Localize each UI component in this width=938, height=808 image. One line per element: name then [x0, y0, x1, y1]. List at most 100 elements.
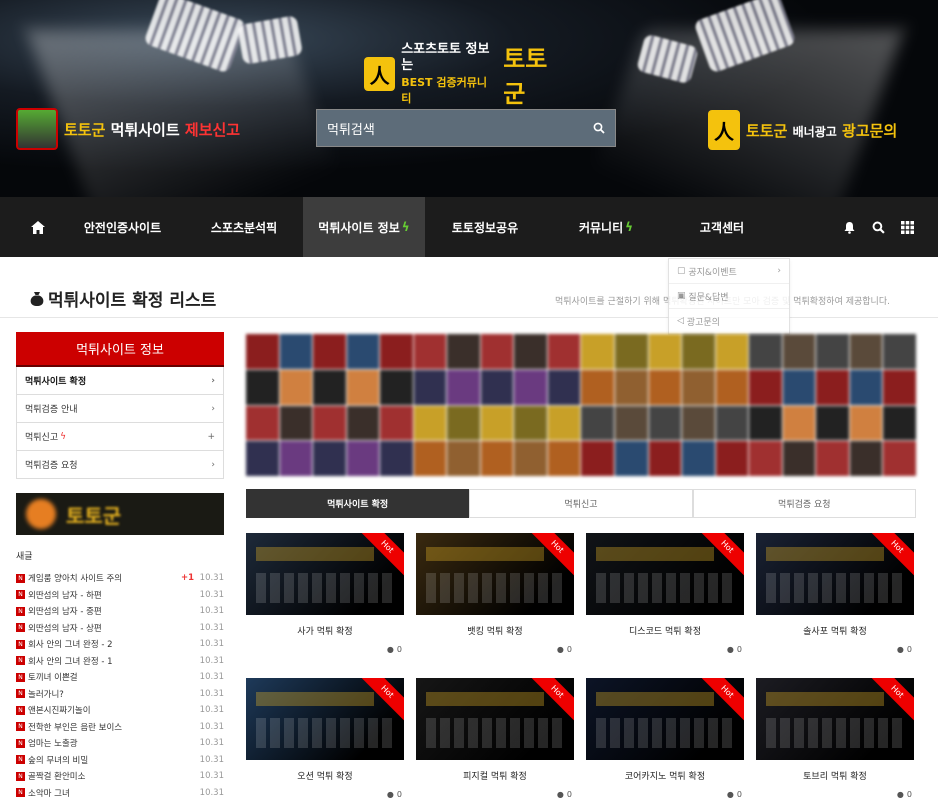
blurred-tile [447, 441, 480, 476]
dropdown-item-qna[interactable]: ▣ 질문&답변 [669, 284, 789, 309]
nav-item-toto-share[interactable]: 토토정보공유 [425, 197, 545, 257]
latest-date: 10.31 [199, 705, 224, 716]
report-prefix: 토토군 [64, 120, 106, 139]
advert-suffix: 광고문의 [842, 121, 898, 140]
banner-text: 토토군 [66, 503, 122, 528]
nav-item-safe-sites[interactable]: 안전인증사이트 [60, 197, 185, 257]
tab-report[interactable]: 먹튀신고 [469, 489, 693, 518]
post-card[interactable]: Hot 코어카지노 먹튀 확정 ● 0 [586, 678, 744, 799]
card-thumbnail[interactable]: Hot [416, 533, 574, 615]
post-card[interactable]: Hot 디스코드 먹튀 확정 ● 0 [586, 533, 744, 654]
latest-item[interactable]: N 골짝걸 환안미소 10.31 [16, 768, 224, 785]
grid-menu-icon[interactable] [901, 220, 914, 234]
sidebar-item-report[interactable]: 먹튀신고 ϟ + [16, 423, 224, 451]
blurred-tile [849, 441, 883, 476]
site-logo[interactable]: 人 스포츠토토 정보는 BEST 검증커뮤니티 토토군 [364, 42, 564, 108]
latest-item[interactable]: N 숲의 무녀의 비밀 10.31 [16, 752, 224, 769]
card-title[interactable]: 사가 먹튀 확정 [246, 624, 404, 637]
search-input[interactable]: 먹튀검색 [327, 119, 593, 138]
new-badge-icon: N [16, 755, 25, 765]
post-card[interactable]: Hot 뱃킹 먹튀 확정 ● 0 [416, 533, 574, 654]
blurred-tile [615, 369, 648, 405]
dropdown-item-ad[interactable]: ◁ 광고문의 [669, 309, 789, 334]
latest-item[interactable]: N 앤본시진짜기놀이 10.31 [16, 702, 224, 719]
latest-item[interactable]: N 소악마 그녀 10.31 [16, 785, 224, 802]
report-banner[interactable]: 토토군 먹튀사이트 제보신고 [16, 108, 240, 150]
card-thumbnail[interactable]: Hot [586, 533, 744, 615]
board-tabs: 먹튀사이트 확정 먹튀신고 먹튀검증 요청 [246, 489, 916, 518]
blurred-tile [715, 405, 749, 441]
latest-item[interactable]: N 놀러가니? 10.31 [16, 686, 224, 703]
card-title[interactable]: 피지컬 먹튀 확정 [416, 769, 574, 782]
tab-confirmed[interactable]: 먹튀사이트 확정 [246, 489, 470, 518]
card-thumbnail[interactable]: Hot [246, 678, 404, 760]
blurred-tile [849, 334, 883, 369]
latest-item[interactable]: N 전학한 부인은 음란 보이스 10.31 [16, 719, 224, 736]
blurred-tile [615, 405, 648, 441]
card-thumbnail[interactable]: Hot [586, 678, 744, 760]
card-title[interactable]: 뱃킹 먹튀 확정 [416, 624, 574, 637]
latest-title: 토끼녀 이쁜걸 [28, 673, 78, 684]
comment-icon: ● [726, 645, 734, 654]
nav-item-community[interactable]: 커뮤니티 ϟ [545, 197, 667, 257]
card-title[interactable]: 코어카지노 먹튀 확정 [586, 769, 744, 782]
card-thumbnail[interactable]: Hot [756, 533, 914, 615]
latest-date: 10.31 [199, 672, 224, 683]
blurred-tile [279, 334, 313, 369]
bolt-icon: ϟ [60, 431, 67, 442]
latest-item[interactable]: N 외딴섬의 남자 - 하편 10.31 [16, 587, 224, 604]
sidebar-item-guide[interactable]: 먹튀검증 안내 › [16, 395, 224, 423]
blurred-tile [547, 369, 581, 405]
latest-item[interactable]: N 토끼녀 이쁜걸 10.31 [16, 669, 224, 686]
advert-banner[interactable]: 人 토토군 배너광고 광고문의 [708, 110, 897, 150]
new-badge-icon: N [16, 606, 25, 616]
latest-item[interactable]: N 게임룸 양아치 사이트 주의 +1 10.31 [16, 570, 224, 587]
post-card[interactable]: Hot 피지컬 먹튀 확정 ● 0 [416, 678, 574, 799]
card-title[interactable]: 디스코드 먹튀 확정 [586, 624, 744, 637]
latest-item[interactable]: N 외딴섬의 남자 - 중편 10.31 [16, 603, 224, 620]
page-title: 먹튀사이트 확정 리스트 [30, 286, 216, 311]
latest-item[interactable]: N 엄마는 노출광 10.31 [16, 735, 224, 752]
new-badge-icon: N [16, 623, 25, 633]
latest-item[interactable]: N 회사 안의 그녀 완정 - 1 10.31 [16, 653, 224, 670]
new-badge-icon: N [16, 771, 25, 781]
dropdown-item-notice[interactable]: ▢ 공지&이벤트 › [669, 259, 789, 284]
card-thumbnail[interactable]: Hot [416, 678, 574, 760]
blurred-tile [849, 369, 883, 405]
new-badge-icon: N [16, 722, 25, 732]
post-card[interactable]: Hot 솔사포 먹튀 확정 ● 0 [756, 533, 914, 654]
comment-count: 0 [566, 790, 572, 799]
nav-item-scam-info[interactable]: 먹튀사이트 정보 ϟ [303, 197, 425, 257]
latest-date: 10.31 [199, 787, 224, 798]
search-icon[interactable] [593, 122, 605, 134]
post-card[interactable]: Hot 오션 먹튀 확정 ● 0 [246, 678, 404, 799]
post-card[interactable]: Hot 토브리 먹튀 확정 ● 0 [756, 678, 914, 799]
nav-item-sports-picks[interactable]: 스포츠분석픽 [185, 197, 303, 257]
sidebar-item-confirmed[interactable]: 먹튀사이트 확정 › [16, 367, 224, 395]
chat-icon: ▣ [677, 291, 689, 301]
blurred-tile [480, 405, 514, 441]
sidebar-banner[interactable]: 토토군 [16, 493, 224, 535]
blurred-tile [581, 405, 615, 441]
search-box[interactable]: 먹튀검색 [316, 109, 616, 147]
new-badge-icon: N [16, 705, 25, 715]
blurred-tile [883, 369, 916, 405]
latest-item[interactable]: N 외딴섬의 남자 - 상편 10.31 [16, 620, 224, 637]
card-title[interactable]: 토브리 먹튀 확정 [756, 769, 914, 782]
sidebar-item-request[interactable]: 먹튀검증 요청 › [16, 451, 224, 479]
nav-item-support[interactable]: 고객센터 [667, 197, 777, 257]
tab-request[interactable]: 먹튀검증 요청 [692, 489, 916, 518]
search-icon[interactable] [872, 221, 885, 234]
card-title[interactable]: 솔사포 먹튀 확정 [756, 624, 914, 637]
post-card[interactable]: Hot 사가 먹튀 확정 ● 0 [246, 533, 404, 654]
latest-title: 골짝걸 환안미소 [28, 772, 86, 783]
home-button[interactable] [16, 197, 60, 257]
bell-icon[interactable] [843, 221, 856, 234]
card-thumbnail[interactable]: Hot [246, 533, 404, 615]
blurred-tile [480, 369, 514, 405]
latest-item[interactable]: N 회사 안의 그녀 완정 - 2 10.31 [16, 636, 224, 653]
card-title[interactable]: 오션 먹튀 확정 [246, 769, 404, 782]
blurred-tile [380, 369, 413, 405]
card-thumbnail[interactable]: Hot [756, 678, 914, 760]
latest-title: 외딴섬의 남자 - 중편 [28, 607, 102, 618]
